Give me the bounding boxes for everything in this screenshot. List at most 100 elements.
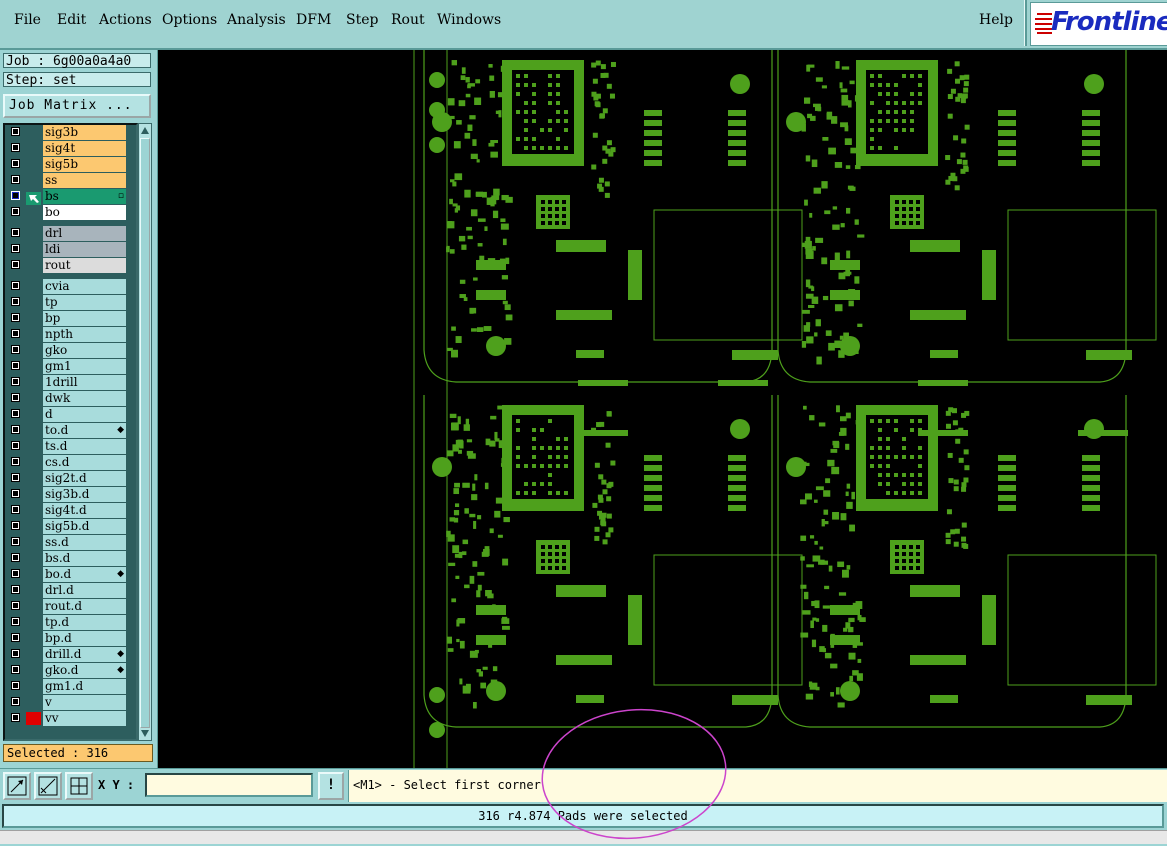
- menu-dfm[interactable]: DFM: [296, 12, 331, 28]
- layer-row-tp[interactable]: tp: [7, 295, 126, 310]
- layer-row-ts.d[interactable]: ts.d: [7, 439, 126, 454]
- layer-visibility-checkbox[interactable]: [11, 260, 20, 269]
- menu-windows[interactable]: Windows: [437, 12, 501, 28]
- layer-visibility-checkbox[interactable]: [11, 393, 20, 402]
- layer-row-sig2t.d[interactable]: sig2t.d: [7, 471, 126, 486]
- layer-visibility-checkbox[interactable]: [11, 329, 20, 338]
- layer-name[interactable]: rout.d: [43, 599, 126, 614]
- zoom-fit-button[interactable]: [3, 772, 31, 800]
- layer-visibility-checkbox[interactable]: [11, 207, 20, 216]
- layer-visibility-checkbox[interactable]: [11, 175, 20, 184]
- layer-visibility-checkbox[interactable]: [11, 159, 20, 168]
- layer-row-sig5b[interactable]: sig5b: [7, 157, 126, 172]
- layer-name[interactable]: bp: [43, 311, 126, 326]
- layer-visibility-checkbox[interactable]: [11, 425, 20, 434]
- layer-name[interactable]: gm1.d: [43, 679, 126, 694]
- layer-visibility-checkbox[interactable]: [11, 297, 20, 306]
- layer-name[interactable]: 1drill: [43, 375, 126, 390]
- layer-row-ss.d[interactable]: ss.d: [7, 535, 126, 550]
- layer-name[interactable]: bp.d: [43, 631, 126, 646]
- layer-visibility-checkbox[interactable]: [11, 191, 20, 200]
- layer-name[interactable]: d: [43, 407, 126, 422]
- layer-row-dwk[interactable]: dwk: [7, 391, 126, 406]
- layer-row-sig3b.d[interactable]: sig3b.d: [7, 487, 126, 502]
- layer-row-sig4t[interactable]: sig4t: [7, 141, 126, 156]
- layer-row-ss[interactable]: ss: [7, 173, 126, 188]
- layer-visibility-checkbox[interactable]: [11, 665, 20, 674]
- layer-visibility-checkbox[interactable]: [11, 617, 20, 626]
- layer-row-sig3b[interactable]: sig3b: [7, 125, 126, 140]
- layer-visibility-checkbox[interactable]: [11, 697, 20, 706]
- layer-name[interactable]: sig3b.d: [43, 487, 126, 502]
- layer-name[interactable]: cvia: [43, 279, 126, 294]
- job-matrix-button[interactable]: Job Matrix ...: [3, 94, 151, 118]
- menu-file[interactable]: File: [14, 12, 41, 28]
- layer-name[interactable]: bo: [43, 205, 126, 220]
- layer-row-sig4t.d[interactable]: sig4t.d: [7, 503, 126, 518]
- layer-visibility-checkbox[interactable]: [11, 345, 20, 354]
- layer-visibility-checkbox[interactable]: [11, 681, 20, 690]
- layer-name[interactable]: gm1: [43, 359, 126, 374]
- layer-row-npth[interactable]: npth: [7, 327, 126, 342]
- layer-visibility-checkbox[interactable]: [11, 649, 20, 658]
- layer-row-vv[interactable]: vv: [7, 711, 126, 726]
- layer-visibility-checkbox[interactable]: [11, 313, 20, 322]
- layer-name[interactable]: gko: [43, 343, 126, 358]
- layer-name[interactable]: rout: [43, 258, 126, 273]
- layer-row-bo[interactable]: bo: [7, 205, 126, 220]
- layer-row-cs.d[interactable]: cs.d: [7, 455, 126, 470]
- layer-name[interactable]: dwk: [43, 391, 126, 406]
- xy-input[interactable]: [145, 773, 313, 797]
- graphic-canvas[interactable]: [158, 50, 1167, 768]
- layer-visibility-checkbox[interactable]: [11, 377, 20, 386]
- layer-name[interactable]: bo.d ◆: [43, 567, 126, 582]
- layer-row-bp[interactable]: bp: [7, 311, 126, 326]
- layer-row-gm1[interactable]: gm1: [7, 359, 126, 374]
- layer-name[interactable]: sig5b.d: [43, 519, 126, 534]
- layer-visibility-checkbox[interactable]: [11, 457, 20, 466]
- menu-step[interactable]: Step: [346, 12, 378, 28]
- layer-row-v[interactable]: v: [7, 695, 126, 710]
- layer-visibility-checkbox[interactable]: [11, 537, 20, 546]
- layer-row-to.d[interactable]: to.d ◆: [7, 423, 126, 438]
- layer-name[interactable]: cs.d: [43, 455, 126, 470]
- layer-name[interactable]: drl.d: [43, 583, 126, 598]
- layer-visibility-checkbox[interactable]: [11, 228, 20, 237]
- alert-button[interactable]: !: [318, 772, 344, 800]
- layer-row-1drill[interactable]: 1drill: [7, 375, 126, 390]
- pcb-panel-view[interactable]: [158, 50, 1167, 768]
- layer-name[interactable]: ldi: [43, 242, 126, 257]
- layer-visibility-checkbox[interactable]: [11, 569, 20, 578]
- layer-visibility-checkbox[interactable]: [11, 127, 20, 136]
- layer-row-ldi[interactable]: ldi: [7, 242, 126, 257]
- layer-visibility-checkbox[interactable]: [11, 489, 20, 498]
- layer-name[interactable]: sig5b: [43, 157, 126, 172]
- layer-row-cvia[interactable]: cvia: [7, 279, 126, 294]
- scroll-thumb[interactable]: [140, 138, 150, 728]
- layer-visibility-checkbox[interactable]: [11, 143, 20, 152]
- layer-name[interactable]: sig4t.d: [43, 503, 126, 518]
- layer-name[interactable]: drill.d ◆: [43, 647, 126, 662]
- layer-row-gko[interactable]: gko: [7, 343, 126, 358]
- layer-row-drl[interactable]: drl: [7, 226, 126, 241]
- layer-name[interactable]: tp: [43, 295, 126, 310]
- layer-name[interactable]: tp.d: [43, 615, 126, 630]
- layer-row-gko.d[interactable]: gko.d ◆: [7, 663, 126, 678]
- menu-help[interactable]: Help: [979, 12, 1013, 28]
- layer-name[interactable]: ss.d: [43, 535, 126, 550]
- layer-name[interactable]: sig2t.d: [43, 471, 126, 486]
- layer-visibility-checkbox[interactable]: [11, 361, 20, 370]
- layer-name[interactable]: ss: [43, 173, 126, 188]
- layer-row-bp.d[interactable]: bp.d: [7, 631, 126, 646]
- menu-edit[interactable]: Edit: [57, 12, 86, 28]
- layer-name[interactable]: sig3b: [43, 125, 126, 140]
- layer-name[interactable]: bs.d: [43, 551, 126, 566]
- layer-name[interactable]: to.d ◆: [43, 423, 126, 438]
- layer-visibility-checkbox[interactable]: [11, 244, 20, 253]
- layer-visibility-checkbox[interactable]: [11, 281, 20, 290]
- layer-visibility-checkbox[interactable]: [11, 585, 20, 594]
- layer-row-bs.d[interactable]: bs.d: [7, 551, 126, 566]
- layer-name[interactable]: sig4t: [43, 141, 126, 156]
- layer-visibility-checkbox[interactable]: [11, 633, 20, 642]
- layer-visibility-checkbox[interactable]: [11, 601, 20, 610]
